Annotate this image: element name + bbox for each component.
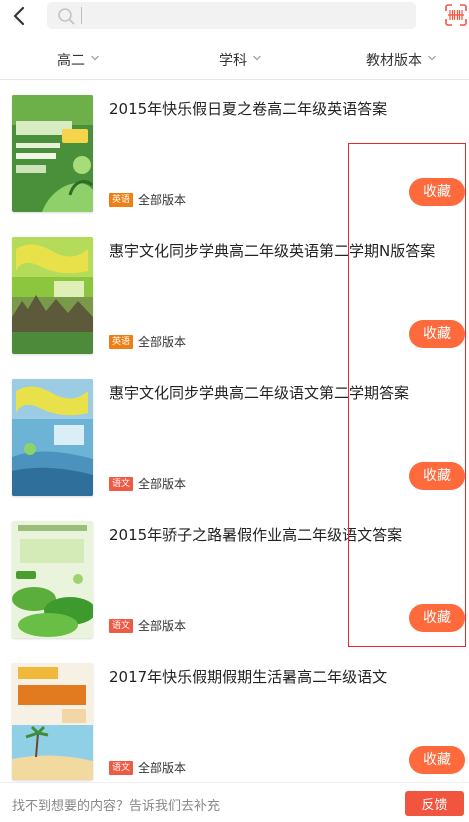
version-label: 全部版本 bbox=[138, 193, 187, 207]
book-title: 2017年快乐假期假期生活暑高二年级语文 bbox=[109, 668, 388, 686]
book-meta: 语文 全部版本 bbox=[109, 757, 187, 775]
text-cursor bbox=[81, 7, 82, 24]
book-title: 2015年骄子之路暑假作业高二年级语文答案 bbox=[109, 526, 403, 544]
subject-tag: 语文 bbox=[109, 618, 134, 633]
grade-filter-label: 高二 bbox=[57, 53, 85, 69]
book-meta: 语文 全部版本 bbox=[109, 615, 187, 633]
favorite-button[interactable]: 收藏 bbox=[409, 320, 465, 348]
subject-filter[interactable]: 学科 bbox=[219, 50, 262, 70]
textbook-version-filter-label: 教材版本 bbox=[366, 53, 422, 69]
textbook-version-filter[interactable]: 教材版本 bbox=[366, 50, 437, 70]
grade-filter[interactable]: 高二 bbox=[57, 50, 100, 70]
list-item[interactable]: 2015年骄子之路暑假作业高二年级语文答案 语文 全部版本 收藏 bbox=[0, 506, 469, 648]
footer-bar: 找不到想要的内容？告诉我们去补充 反馈 bbox=[0, 782, 469, 822]
search-input[interactable] bbox=[89, 6, 389, 25]
favorite-button[interactable]: 收藏 bbox=[409, 746, 465, 774]
book-cover-image bbox=[12, 379, 93, 496]
chevron-down-icon bbox=[427, 51, 437, 61]
version-label: 全部版本 bbox=[138, 477, 187, 491]
book-title: 惠宇文化同步学典高二年级语文第二学期答案 bbox=[109, 384, 410, 402]
favorite-button[interactable]: 收藏 bbox=[409, 604, 465, 632]
version-label: 全部版本 bbox=[138, 761, 187, 775]
book-cover-image bbox=[12, 237, 93, 354]
filter-bar: 高二 学科 教材版本 bbox=[0, 40, 469, 80]
chevron-down-icon bbox=[90, 51, 100, 61]
favorite-button[interactable]: 收藏 bbox=[409, 462, 465, 490]
book-title: 惠宇文化同步学典高二年级英语第二学期N版答案 bbox=[109, 242, 436, 260]
subject-tag: 英语 bbox=[109, 334, 134, 349]
back-icon[interactable] bbox=[10, 6, 30, 26]
scan-icon[interactable] bbox=[445, 4, 467, 26]
book-list: 2015年快乐假日夏之卷高二年级英语答案 英语 全部版本 收藏 惠宇文化同步学典高… bbox=[0, 80, 469, 782]
feedback-button[interactable]: 反馈 bbox=[405, 791, 464, 816]
search-icon bbox=[57, 7, 75, 25]
book-cover-image bbox=[12, 663, 93, 780]
book-title: 2015年快乐假日夏之卷高二年级英语答案 bbox=[109, 100, 388, 118]
book-cover-image bbox=[12, 521, 93, 638]
book-cover-image bbox=[12, 95, 93, 212]
subject-tag: 语文 bbox=[109, 760, 134, 775]
book-meta: 语文 全部版本 bbox=[109, 473, 187, 491]
feedback-hint: 找不到想要的内容？告诉我们去补充 bbox=[12, 799, 221, 814]
favorite-button[interactable]: 收藏 bbox=[409, 178, 465, 206]
list-item[interactable]: 2015年快乐假日夏之卷高二年级英语答案 英语 全部版本 收藏 bbox=[0, 80, 469, 222]
list-item[interactable]: 2017年快乐假期假期生活暑高二年级语文 语文 全部版本 收藏 bbox=[0, 648, 469, 782]
book-meta: 英语 全部版本 bbox=[109, 331, 187, 349]
top-bar bbox=[0, 0, 469, 34]
version-label: 全部版本 bbox=[138, 335, 187, 349]
subject-filter-label: 学科 bbox=[219, 53, 247, 69]
list-item[interactable]: 惠宇文化同步学典高二年级英语第二学期N版答案 英语 全部版本 收藏 bbox=[0, 222, 469, 364]
subject-tag: 语文 bbox=[109, 476, 134, 491]
subject-tag: 英语 bbox=[109, 192, 134, 207]
search-bar[interactable] bbox=[47, 2, 416, 29]
chevron-down-icon bbox=[252, 51, 262, 61]
version-label: 全部版本 bbox=[138, 619, 187, 633]
list-item[interactable]: 惠宇文化同步学典高二年级语文第二学期答案 语文 全部版本 收藏 bbox=[0, 364, 469, 506]
book-meta: 英语 全部版本 bbox=[109, 189, 187, 207]
